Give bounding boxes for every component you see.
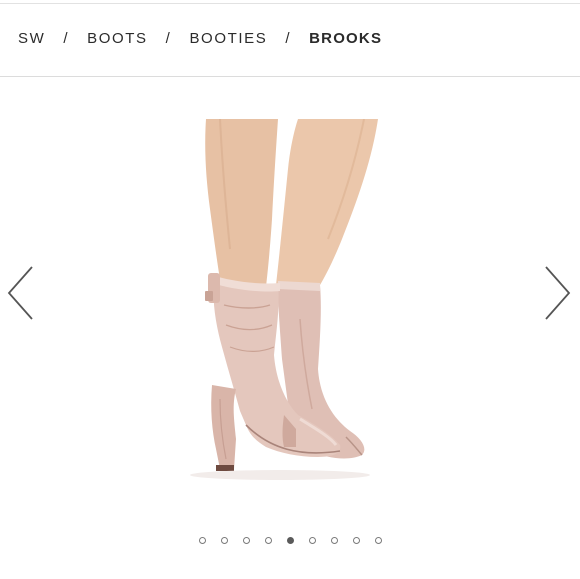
breadcrumb-item-booties[interactable]: BOOTIES	[189, 30, 267, 47]
breadcrumb-item-sw[interactable]: SW	[18, 30, 45, 47]
previous-image-button[interactable]	[6, 265, 36, 321]
breadcrumb: SW / BOOTS / BOOTIES / BROOKS	[18, 30, 382, 47]
breadcrumb-current-item: BROOKS	[309, 30, 383, 47]
pagination-dot[interactable]	[220, 536, 228, 544]
pagination-dot[interactable]	[374, 536, 382, 544]
top-divider	[0, 3, 580, 4]
carousel-pagination	[0, 533, 580, 547]
pagination-dot[interactable]	[264, 536, 272, 544]
product-gallery	[0, 77, 580, 522]
next-image-button[interactable]	[542, 265, 572, 321]
pagination-dot[interactable]	[242, 536, 250, 544]
pagination-dot[interactable]	[198, 536, 206, 544]
breadcrumb-separator: /	[63, 30, 70, 47]
pagination-dot[interactable]	[352, 536, 360, 544]
pagination-dot[interactable]	[330, 536, 338, 544]
breadcrumb-separator: /	[285, 30, 292, 47]
chevron-left-icon	[7, 266, 33, 320]
pagination-dot-active[interactable]	[286, 536, 294, 544]
breadcrumb-item-boots[interactable]: BOOTS	[87, 30, 148, 47]
product-image[interactable]	[150, 119, 430, 511]
chevron-right-icon	[545, 266, 571, 320]
breadcrumb-separator: /	[165, 30, 172, 47]
pagination-dot[interactable]	[308, 536, 316, 544]
